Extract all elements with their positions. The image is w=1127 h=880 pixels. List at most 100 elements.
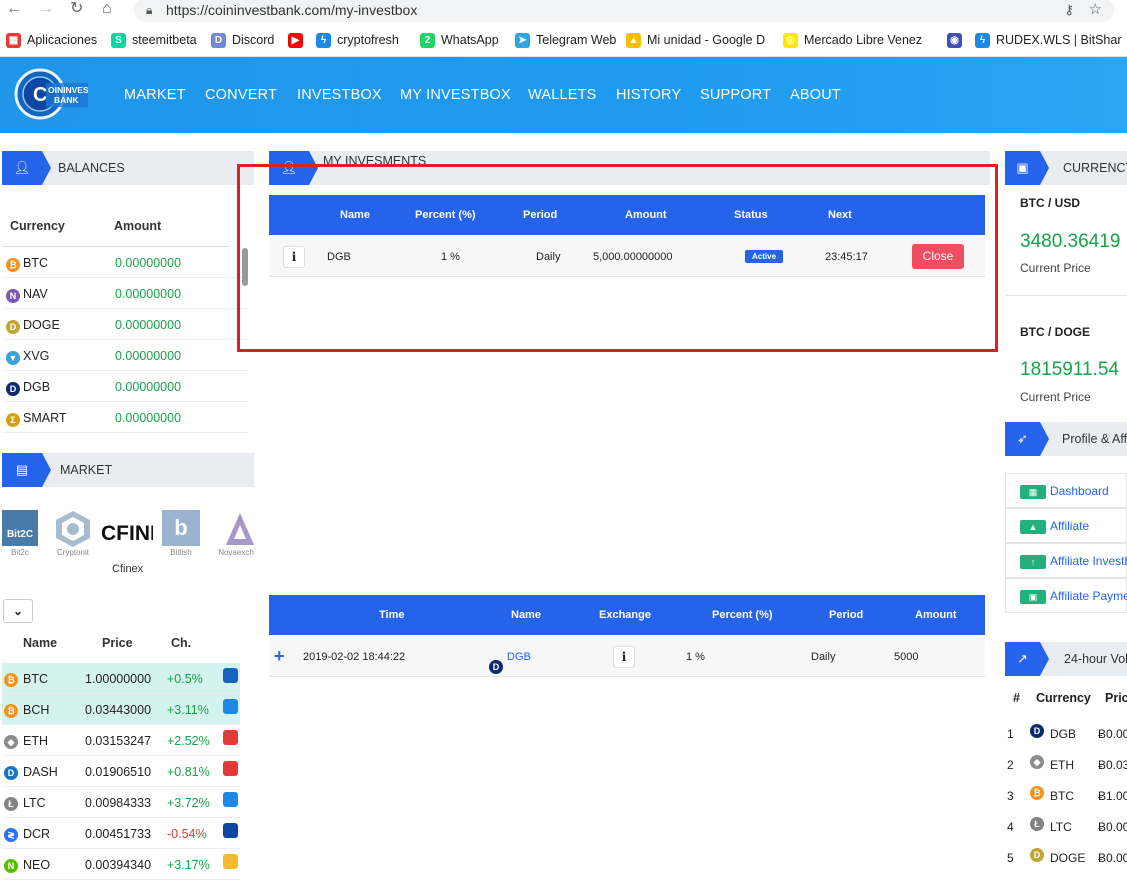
- balance-row[interactable]: D DGB 0.00000000: [2, 371, 248, 402]
- balance-row[interactable]: ₿ BTC 0.00000000: [2, 247, 248, 278]
- profile-link-affiliate-payme[interactable]: ▣ Affiliate Payme: [1005, 578, 1127, 613]
- home-icon[interactable]: ⌂: [102, 0, 112, 18]
- balance-row[interactable]: ▼ XVG 0.00000000: [2, 340, 248, 371]
- volume-coin: DGB: [1050, 727, 1077, 741]
- market-coin: BTC: [23, 672, 48, 686]
- market-row[interactable]: ₿ BCH 0.03443000 +3.11%: [2, 694, 240, 725]
- currency-price: 3480.36419: [1020, 231, 1121, 252]
- exchange-icon[interactable]: [223, 730, 238, 745]
- cryptonit-logo[interactable]: [53, 510, 93, 548]
- volume-row[interactable]: 3 ₿ BTC Ƀ1.00: [1005, 780, 1127, 811]
- coin-icon: D: [1030, 845, 1048, 862]
- history-row: + 2019-02-02 18:44:22 D DGB i 1 % Daily …: [269, 636, 985, 677]
- bitlish-logo[interactable]: b: [162, 510, 200, 546]
- exchange-icon[interactable]: [223, 699, 238, 714]
- balance-row[interactable]: Σ SMART 0.00000000: [2, 402, 248, 433]
- site-logo[interactable]: C OININVEST BANK: [14, 65, 88, 123]
- profile-link-affiliate-investb[interactable]: ↑ Affiliate Investb: [1005, 543, 1127, 578]
- market-row[interactable]: Ł LTC 0.00984333 +3.72%: [2, 787, 240, 818]
- cfinex-logo[interactable]: CFINE: [101, 522, 153, 546]
- coin-icon: N: [6, 286, 24, 303]
- bookmark[interactable]: ◎ Mercado Libre Venez: [783, 31, 922, 49]
- address-bar[interactable]: 🔒︎ https://coininvestbank.com/my-investb…: [134, 0, 1114, 22]
- exchange-icon[interactable]: [223, 668, 238, 683]
- market-row[interactable]: ◆ ETH 0.03153247 +2.52%: [2, 725, 240, 756]
- highlight-box: [237, 164, 998, 352]
- star-icon[interactable]: ☆: [1089, 0, 1102, 22]
- bookmark[interactable]: ▶: [288, 31, 303, 49]
- profile-link-label: Affiliate Payme: [1050, 589, 1127, 603]
- volume-row[interactable]: 1 D DGB Ƀ0.00: [1005, 718, 1127, 749]
- coin-icon: Ł: [4, 794, 22, 811]
- menu-item-market[interactable]: MARKET: [124, 87, 186, 103]
- volume-rank: 1: [1007, 727, 1014, 741]
- bookmark-label: steemitbeta: [132, 33, 197, 47]
- expand-button[interactable]: +: [274, 646, 285, 667]
- bookmark[interactable]: ϟ cryptofresh: [316, 31, 399, 49]
- profile-link-label: Dashboard: [1050, 484, 1109, 498]
- profile-link-dashboard[interactable]: ▦ Dashboard: [1005, 473, 1127, 508]
- market-col-change: Ch.: [171, 636, 192, 650]
- market-dropdown-toggle[interactable]: ⌄: [3, 599, 33, 623]
- key-icon[interactable]: ⚷: [1064, 0, 1074, 22]
- bookmark[interactable]: ϟ RUDEX.WLS | BitShar: [975, 31, 1122, 49]
- menu-item-my-investbox[interactable]: MY INVESTBOX: [400, 87, 511, 103]
- volume-row[interactable]: 2 ◆ ETH Ƀ0.03: [1005, 749, 1127, 780]
- history-name-link[interactable]: DGB: [507, 651, 531, 663]
- forward-icon[interactable]: →: [38, 0, 54, 18]
- bookmark[interactable]: Ssteemitbeta: [111, 31, 197, 49]
- exchange-icon[interactable]: [223, 823, 238, 838]
- balances-col-amount: Amount: [114, 219, 162, 233]
- bookmark[interactable]: D Discord: [211, 31, 274, 49]
- browser-toolbar: ← → ↻ ⌂ 🔒︎ https://coininvestbank.com/my…: [0, 0, 1127, 22]
- bit2c-logo[interactable]: Bit2C: [2, 510, 38, 546]
- menu-item-investbox[interactable]: INVESTBOX: [297, 87, 382, 103]
- coin-icon: Ł: [1030, 814, 1048, 831]
- market-coin: DCR: [23, 827, 51, 841]
- chart-icon: ↗: [1005, 642, 1049, 676]
- history-period: Daily: [811, 651, 836, 663]
- market-price: 0.03443000: [85, 703, 152, 717]
- bookmark[interactable]: ▲ Mi unidad - Google D: [626, 31, 765, 49]
- exchange-icon[interactable]: [223, 761, 238, 776]
- bookmark[interactable]: ◉: [947, 31, 962, 49]
- balance-row[interactable]: D DOGE 0.00000000: [2, 309, 248, 340]
- bookmark[interactable]: ▦ Aplicaciones: [6, 31, 97, 49]
- bookmark[interactable]: ➤ Telegram Web: [515, 31, 616, 49]
- menu-item-history[interactable]: HISTORY: [616, 87, 681, 103]
- volume-price: Ƀ1.00: [1098, 789, 1127, 803]
- currency-label: Current Price: [1020, 390, 1091, 404]
- coin-glyph: Ł: [1030, 817, 1044, 831]
- reload-icon[interactable]: ↻: [70, 0, 83, 18]
- market-row[interactable]: N NEO 0.00394340 +3.17%: [2, 849, 240, 880]
- exchange-icon[interactable]: [223, 792, 238, 807]
- balance-row[interactable]: N NAV 0.00000000: [2, 278, 248, 309]
- coin-glyph: ◆: [1030, 755, 1044, 769]
- menu-item-convert[interactable]: CONVERT: [205, 87, 277, 103]
- coin-glyph: ₿: [4, 673, 18, 687]
- coin-icon: ₿: [4, 701, 22, 718]
- coin-icon: ◆: [1030, 752, 1048, 769]
- volume-row[interactable]: 4 Ł LTC Ƀ0.00: [1005, 811, 1127, 842]
- exchange-label-novaexch: Novaexch: [218, 548, 254, 557]
- menu-item-support[interactable]: SUPPORT: [700, 87, 771, 103]
- volume-row[interactable]: 5 D DOGE Ƀ0.00: [1005, 842, 1127, 873]
- back-icon[interactable]: ←: [6, 0, 22, 18]
- profile-link-affiliate[interactable]: ▲ Affiliate: [1005, 508, 1127, 543]
- menu-item-about[interactable]: ABOUT: [790, 87, 841, 103]
- menu-item-wallets[interactable]: WALLETS: [528, 87, 597, 103]
- currency-pair: BTC / DOGE: [1020, 325, 1091, 339]
- volume-price: Ƀ0.00: [1098, 820, 1127, 834]
- market-row[interactable]: ≷ DCR 0.00451733 -0.54%: [2, 818, 240, 849]
- market-price: 0.03153247: [85, 734, 152, 748]
- info-button[interactable]: i: [613, 646, 635, 668]
- bookmark[interactable]: 2 WhatsApp: [420, 31, 499, 49]
- profile-link-label: Affiliate: [1050, 519, 1090, 533]
- market-row[interactable]: D DASH 0.01906510 +0.81%: [2, 756, 240, 787]
- bookmark-label: WhatsApp: [441, 33, 499, 47]
- exchange-icon[interactable]: [223, 854, 238, 869]
- market-change: +0.5%: [167, 672, 203, 686]
- market-row[interactable]: ₿ BTC 1.00000000 +0.5%: [2, 663, 240, 694]
- novaexchange-logo[interactable]: [226, 511, 254, 547]
- svg-text:OININVEST: OININVEST: [48, 85, 88, 95]
